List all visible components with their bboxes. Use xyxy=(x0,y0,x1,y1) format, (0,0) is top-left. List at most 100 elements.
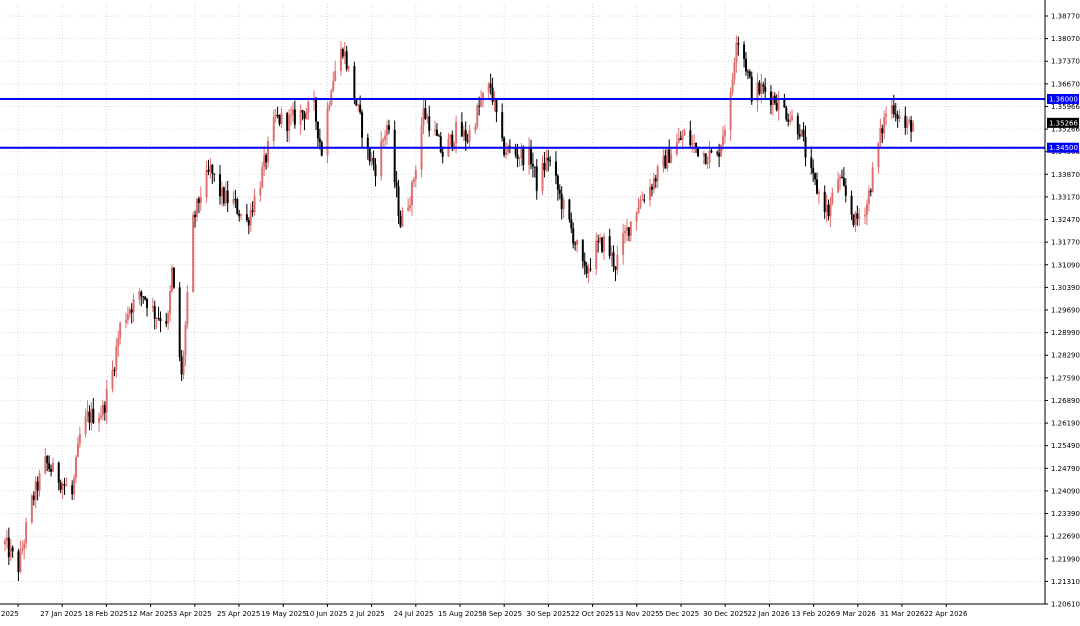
x-axis-tick-labels: 2025 27 Jan 2025 18 Feb 2025 12 Mar 2025 3 A… xyxy=(1,610,968,618)
candle xyxy=(186,285,189,330)
candle xyxy=(595,232,598,276)
x-tick-label: 5 Dec 2025 xyxy=(659,610,699,618)
candle xyxy=(76,436,79,458)
candle xyxy=(387,119,390,135)
y-tick-label: 1.35966 xyxy=(1051,103,1080,111)
candle xyxy=(249,203,252,232)
candle xyxy=(837,171,840,194)
candle xyxy=(608,228,611,260)
candle xyxy=(128,306,131,319)
candle xyxy=(92,398,95,425)
candle xyxy=(904,106,907,135)
candle xyxy=(197,196,200,214)
candle xyxy=(23,539,26,560)
y-tick-label: 1.23390 xyxy=(1051,510,1080,518)
candle xyxy=(343,41,346,64)
y-tick-label: 1.22690 xyxy=(1051,533,1080,541)
candle xyxy=(652,172,655,194)
candle xyxy=(213,173,216,182)
x-tick-label: 22 Jan 2026 xyxy=(747,610,790,618)
candle xyxy=(288,109,291,143)
candle xyxy=(898,109,901,123)
candle xyxy=(357,103,360,112)
x-tick-label: 12 Mar 2025 xyxy=(129,610,173,618)
candle xyxy=(75,454,78,484)
candle xyxy=(259,180,262,202)
candle xyxy=(251,201,254,217)
candle xyxy=(414,165,417,188)
candle xyxy=(240,213,243,220)
candle xyxy=(531,152,534,178)
candle xyxy=(881,124,884,144)
candle xyxy=(180,349,183,382)
candle xyxy=(184,321,187,367)
x-tick-label: 31 Mar 2026 xyxy=(880,610,925,618)
candle xyxy=(341,47,344,59)
candle xyxy=(286,111,289,143)
horizontal-levels[interactable] xyxy=(0,97,1045,149)
price-chart[interactable]: 1.38770 1.38070 1.37370 1.36670 1.35966 1.352… xyxy=(0,0,1080,622)
candle xyxy=(115,338,118,378)
svg-text:1.36000: 1.36000 xyxy=(1049,95,1078,103)
candle xyxy=(165,312,168,328)
candle xyxy=(4,537,6,552)
candle xyxy=(353,61,356,105)
candle xyxy=(823,185,826,219)
candle xyxy=(528,137,531,175)
candle xyxy=(775,94,778,112)
candle xyxy=(735,35,738,73)
candle xyxy=(393,120,396,189)
y-tick-label: 1.25490 xyxy=(1051,442,1080,450)
candle xyxy=(785,105,788,122)
x-tick-label: 22 Oct 2025 xyxy=(571,610,614,618)
candle xyxy=(570,212,573,234)
candle xyxy=(535,159,538,200)
candle xyxy=(339,41,342,76)
candle xyxy=(245,203,248,223)
candle xyxy=(19,540,22,574)
candlestick-chart-svg[interactable]: 1.38770 1.38070 1.37370 1.36670 1.35966 1.352… xyxy=(0,0,1080,622)
candle xyxy=(871,162,874,193)
candle xyxy=(290,106,293,126)
y-tick-label: 1.30390 xyxy=(1051,284,1080,292)
candle xyxy=(126,306,129,325)
candle xyxy=(583,252,586,275)
candle xyxy=(63,477,66,496)
candle xyxy=(124,312,127,328)
candle xyxy=(581,238,584,269)
candle xyxy=(361,109,364,149)
candle xyxy=(236,197,239,215)
candle xyxy=(635,211,638,231)
x-tick-label: 30 Dec 2025 xyxy=(703,610,748,618)
candle xyxy=(368,147,371,166)
candle xyxy=(345,45,348,72)
y-tick-label: 1.36670 xyxy=(1051,80,1080,88)
candle xyxy=(616,245,619,275)
candle xyxy=(827,199,830,221)
candle xyxy=(656,164,659,189)
x-tick-label: 15 Aug 2025 xyxy=(438,610,483,618)
candle xyxy=(476,103,479,129)
candle xyxy=(829,196,832,228)
candle xyxy=(720,144,723,157)
candle xyxy=(693,134,696,154)
candle xyxy=(489,73,492,95)
candle xyxy=(172,267,175,289)
candle xyxy=(602,232,605,260)
candle xyxy=(171,264,174,293)
y-tick-label: 1.21310 xyxy=(1051,578,1080,586)
candle xyxy=(839,174,842,191)
candle xyxy=(205,161,208,203)
candle xyxy=(99,405,102,421)
candle xyxy=(764,77,767,100)
candle xyxy=(744,52,747,76)
candle xyxy=(98,412,101,433)
candle xyxy=(274,108,277,123)
candle xyxy=(910,115,913,142)
candle xyxy=(318,128,321,150)
candle xyxy=(800,129,803,138)
x-tick-label: 30 Sep 2025 xyxy=(526,610,570,618)
candle xyxy=(549,156,552,167)
candle xyxy=(169,285,172,322)
candle xyxy=(912,119,914,132)
